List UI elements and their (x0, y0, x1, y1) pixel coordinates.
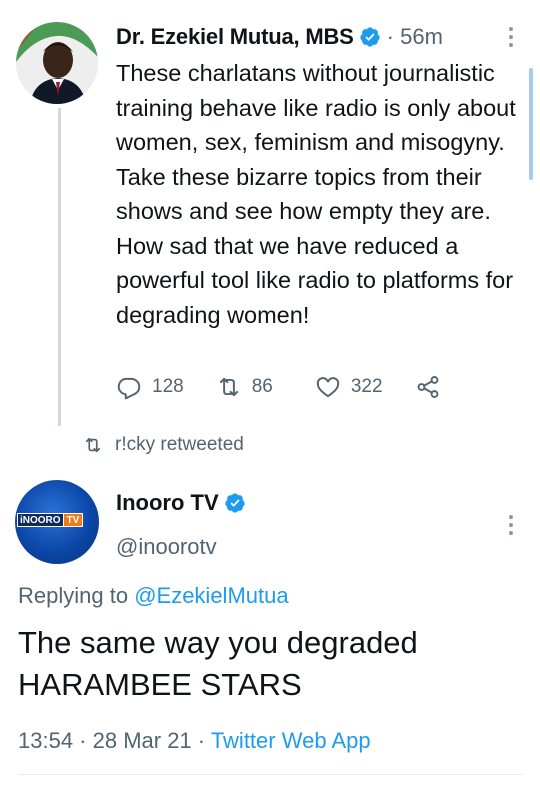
replying-to-line: Replying to @EzekielMutua (18, 581, 289, 611)
logo-text-tv: TV (63, 513, 84, 527)
retweet-icon (85, 437, 101, 453)
tweet-header: Inooro TV (116, 488, 246, 518)
retweeted-by-row[interactable]: r!cky retweeted (83, 434, 244, 456)
retweet-icon (219, 377, 238, 397)
like-count: 322 (350, 376, 383, 397)
time-separator: · (386, 24, 394, 49)
replying-to-mention-link[interactable]: @EzekielMutua (134, 583, 288, 608)
retweet-count: 86 (251, 376, 273, 397)
author-avatar-ezekiel-mutua[interactable] (16, 22, 98, 104)
thread-connector-line (58, 108, 61, 426)
source-app-link[interactable]: Twitter Web App (211, 728, 371, 753)
inooro-tv-logo: iNOORO TV (17, 513, 84, 527)
tweet-text: The same way you degraded HARAMBEE STARS (18, 622, 523, 706)
tweet-action-bar: 128 86 322 (116, 372, 441, 402)
author-handle[interactable]: @inoorotv (116, 532, 217, 562)
author-name[interactable]: Inooro TV (116, 488, 219, 518)
reply-count: 128 (152, 376, 184, 397)
author-avatar-inooro-tv[interactable]: iNOORO TV (15, 480, 99, 564)
tweet-text-line: The same way you degraded (18, 625, 418, 660)
time-value: 56m (400, 24, 443, 49)
reply-icon (117, 377, 141, 400)
retweeted-by-label: r!cky retweeted (115, 434, 244, 455)
like-button[interactable]: 322 (315, 374, 383, 400)
tweet-header: Dr. Ezekiel Mutua, MBS · 56m (116, 22, 443, 52)
replying-to-prefix: Replying to (18, 583, 135, 608)
scrollbar[interactable] (529, 68, 533, 180)
author-name[interactable]: Dr. Ezekiel Mutua, MBS (116, 22, 354, 52)
tweet-more-options-icon[interactable] (502, 512, 520, 538)
share-button[interactable] (415, 374, 441, 400)
tweet-text-line: HARAMBEE STARS (18, 667, 302, 702)
tweet-more-options-icon[interactable] (502, 24, 520, 50)
tweet-thread-view: Dr. Ezekiel Mutua, MBS · 56m These charl… (0, 0, 540, 794)
reply-button[interactable]: 128 (116, 374, 184, 400)
verified-badge-icon (225, 493, 245, 513)
tweet-time[interactable]: · 56m (387, 22, 443, 52)
verified-badge-icon (360, 27, 380, 47)
tweet-metadata: 13:54 · 28 Mar 21 · Twitter Web App (18, 726, 371, 756)
retweet-button[interactable]: 86 (216, 374, 273, 400)
divider (18, 774, 523, 775)
avatar-portrait-image (16, 22, 98, 104)
tweet-timestamp[interactable]: 13:54 · 28 Mar 21 · (18, 728, 211, 753)
share-icon (417, 376, 438, 398)
logo-text-inooro: iNOORO (17, 513, 64, 527)
heart-icon (316, 377, 340, 398)
tweet-text: These charlatans without journalistic tr… (116, 60, 516, 328)
